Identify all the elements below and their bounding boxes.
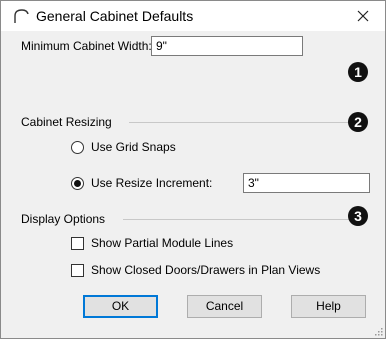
callout-badge-2-marker: 2 [348,112,368,132]
resize-grip-icon[interactable] [373,326,383,336]
resize-increment-input[interactable] [243,173,370,193]
callout-badge-3-marker: 3 [348,206,368,226]
ok-button[interactable]: OK [83,295,158,318]
minimum-cabinet-width-input[interactable] [151,36,303,56]
use-grid-snaps-label: Use Grid Snaps [91,140,176,154]
use-resize-increment-label: Use Resize Increment: [91,176,213,190]
show-partial-module-lines-label: Show Partial Module Lines [91,236,234,250]
use-grid-snaps-radio[interactable] [71,141,84,154]
dialog-content: Minimum Cabinet Width: Cabinet Resizing … [1,31,385,338]
radio-selected-dot [74,180,81,187]
cancel-button[interactable]: Cancel [187,295,262,318]
dialog-title: General Cabinet Defaults [36,8,194,24]
cabinet-arch-icon [14,9,29,23]
cabinet-resizing-section-label: Cabinet Resizing [21,115,112,129]
close-icon [357,10,369,22]
cabinet-resizing-divider [129,122,349,123]
show-closed-doors-drawers-checkbox[interactable] [71,264,84,277]
show-partial-module-lines-checkbox[interactable] [71,237,84,250]
minimum-cabinet-width-label: Minimum Cabinet Width: [21,39,152,53]
use-resize-increment-radio[interactable] [71,177,84,190]
title-bar: General Cabinet Defaults [1,1,385,31]
general-cabinet-defaults-dialog: General Cabinet Defaults Minimum Cabinet… [0,0,386,339]
callout-badge-1-marker: 1 [348,62,368,82]
close-button[interactable] [341,1,385,31]
show-closed-doors-drawers-label: Show Closed Doors/Drawers in Plan Views [91,263,321,277]
display-options-divider [123,219,349,220]
help-button[interactable]: Help [291,295,366,318]
display-options-section-label: Display Options [21,212,106,226]
